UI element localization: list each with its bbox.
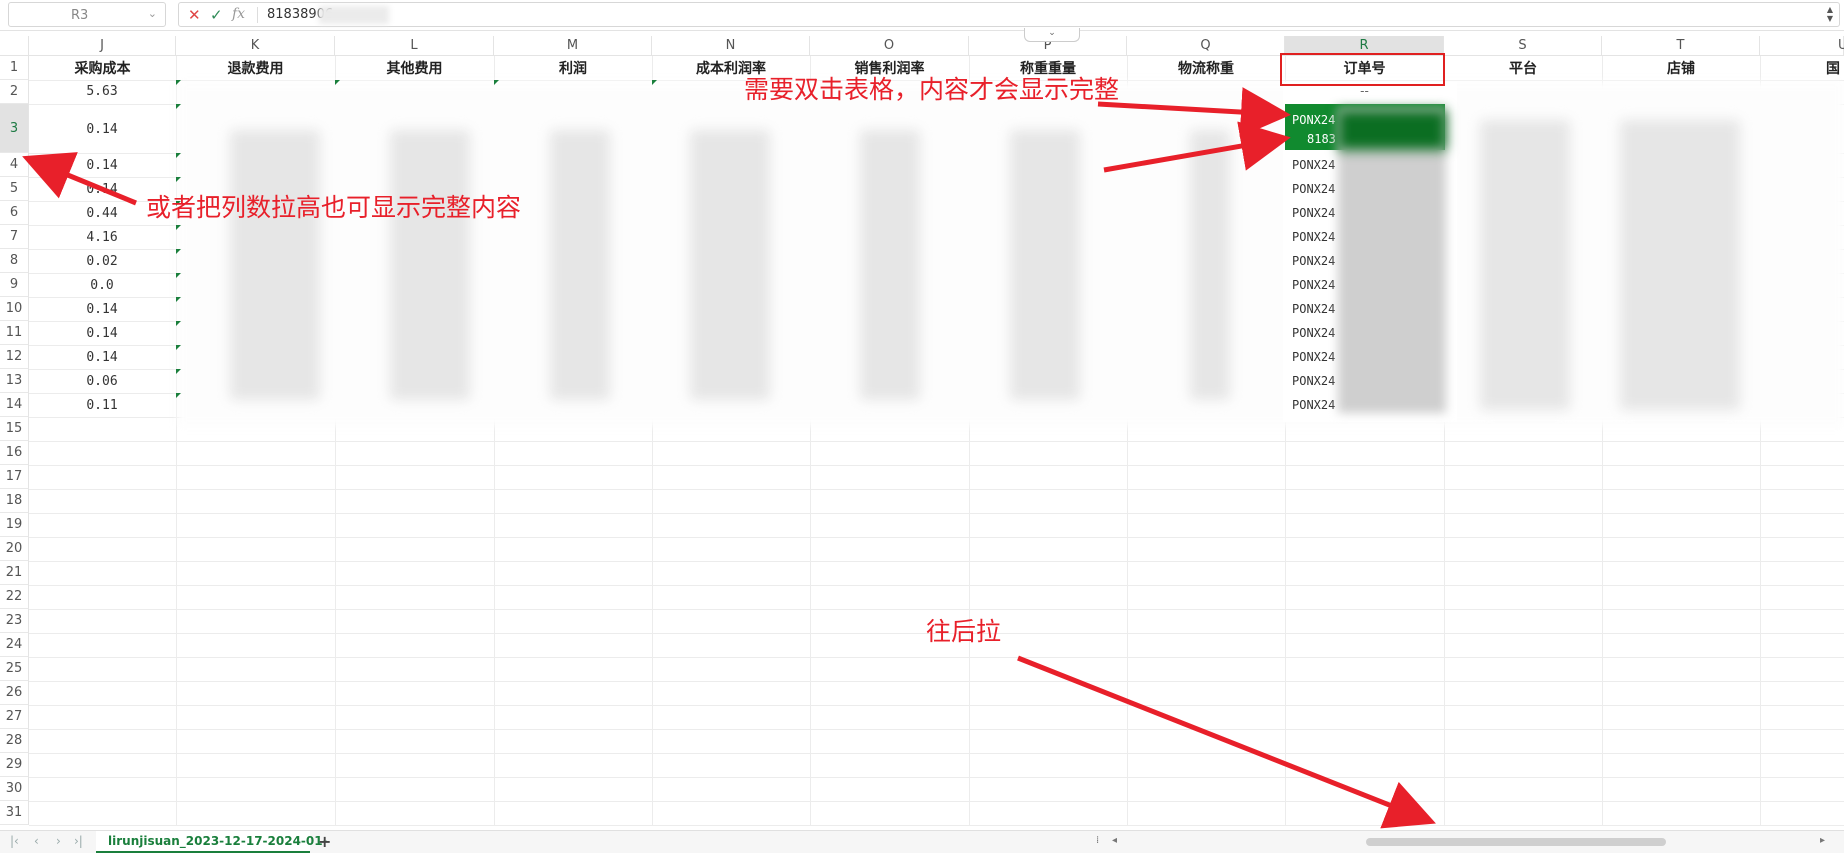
splitter-icon[interactable]: ⁞ <box>1096 835 1099 846</box>
sheet-tab[interactable]: lirunjisuan_2023-12-17-2024-01- <box>96 831 328 853</box>
arrow-to-row-header <box>22 152 137 206</box>
add-sheet-button[interactable]: + <box>318 832 331 851</box>
scroll-right-icon[interactable]: ▸ <box>1820 835 1825 846</box>
arrow-to-cell-r3 <box>1097 87 1291 137</box>
prev-sheet-icon[interactable]: ‹ <box>34 834 39 848</box>
horizontal-scrollbar-thumb[interactable] <box>1366 838 1666 846</box>
annotation-arrows <box>22 87 1436 829</box>
sheet-bar: |‹ ‹ › ›| lirunjisuan_2023-12-17-2024-01… <box>0 830 1844 853</box>
arrow-to-scrollbar <box>1017 655 1436 829</box>
next-sheet-icon[interactable]: › <box>56 834 61 848</box>
collapse-toolbar-icon[interactable]: ⌄ <box>1024 28 1080 42</box>
first-sheet-icon[interactable]: |‹ <box>10 834 19 848</box>
arrow-to-cell-r3-second <box>1103 121 1291 173</box>
last-sheet-icon[interactable]: ›| <box>74 834 83 848</box>
scroll-left-icon[interactable]: ◂ <box>1112 835 1117 846</box>
